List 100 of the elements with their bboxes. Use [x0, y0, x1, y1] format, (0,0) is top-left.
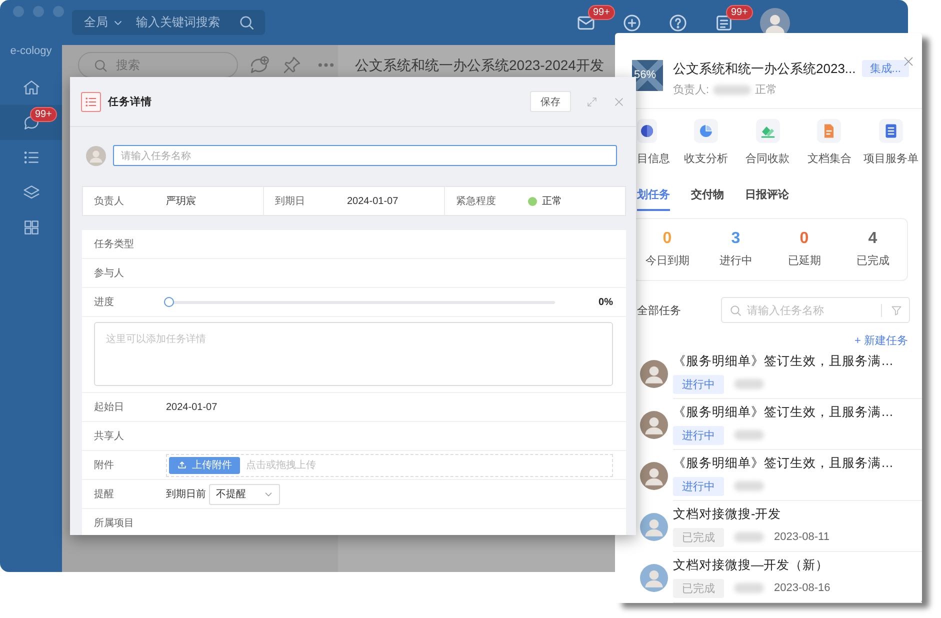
save-button[interactable]: 保存 — [530, 91, 571, 112]
redacted-text — [734, 481, 764, 491]
field-label: 附件 — [94, 459, 115, 472]
field-value: 到期日前 — [166, 488, 206, 501]
field-value: 正常 — [542, 194, 562, 208]
shortcut-item[interactable]: 项目服务单 — [860, 119, 922, 171]
task-list-icon — [81, 92, 101, 112]
pin-icon[interactable] — [282, 55, 302, 75]
stat-value: 3 — [731, 230, 740, 248]
field-label: 共享人 — [94, 430, 125, 443]
stat-value: 4 — [868, 230, 878, 248]
status-tag: 已完成 — [673, 578, 724, 598]
search-placeholder: 输入关键词搜索 — [136, 14, 221, 31]
field-label: 所属项目 — [94, 516, 135, 530]
field-label: 负责人 — [94, 194, 125, 208]
shortcut-item[interactable]: 文档集合 — [798, 119, 860, 171]
count-badge: 99+ — [726, 4, 753, 20]
dialog-title: 任务详情 — [108, 94, 152, 108]
field-label: 进度 — [94, 296, 115, 309]
task-item[interactable]: 《服务明细单》签订生效，且服务满… 进行中 — [673, 450, 922, 501]
user-avatar — [640, 360, 668, 388]
field-label: 到期日 — [275, 194, 306, 208]
task-item[interactable]: 《服务明细单》签订生效，且服务满… 进行中 — [673, 348, 922, 399]
status-tag: 进行中 — [673, 426, 724, 444]
task-title: 《服务明细单》签订生效，且服务满… — [673, 404, 894, 420]
field-label: 参与人 — [94, 266, 125, 280]
task-title: 文档对接微搜-开发 — [673, 506, 782, 522]
field-label: 任务类型 — [94, 238, 135, 251]
project-status: 正常 — [755, 83, 778, 97]
stat-label: 已延期 — [788, 254, 821, 268]
home-icon — [22, 78, 40, 97]
search-icon — [729, 304, 742, 316]
close-icon[interactable] — [613, 96, 625, 108]
field-value: 严玥宸 — [166, 194, 196, 208]
upload-icon — [177, 460, 187, 470]
stat-label: 今日到期 — [645, 254, 690, 268]
status-tag: 进行中 — [673, 476, 724, 496]
expand-icon[interactable] — [586, 96, 598, 108]
grid-icon — [22, 218, 40, 237]
stat-label: 进行中 — [719, 254, 752, 268]
global-search-field[interactable]: 全局 输入关键词搜索 — [72, 10, 265, 35]
stat-value: 0 — [800, 230, 809, 248]
progress-reading: 0% — [598, 296, 613, 308]
slider-thumb[interactable] — [164, 296, 174, 306]
search-icon — [93, 58, 108, 72]
scope-selector[interactable]: 全局 — [84, 14, 108, 31]
new-task-link[interactable]: + 新建任务 — [854, 333, 908, 348]
field-label: 紧急程度 — [456, 194, 497, 208]
redacted-text — [734, 583, 764, 593]
user-avatar — [640, 512, 668, 540]
user-avatar — [86, 146, 106, 166]
task-item[interactable]: 文档对接微搜—开发（新） 已完成 2023-08-16 — [673, 552, 922, 603]
redacted-text — [734, 430, 764, 440]
field-label: 提醒 — [94, 488, 115, 501]
task-title: 文档对接微搜—开发（新） — [673, 556, 830, 574]
task-item[interactable]: 文档对接微搜-开发 已完成 2023-08-11 — [673, 501, 922, 552]
search-icon — [238, 14, 255, 31]
count-badge: 99+ — [30, 107, 57, 122]
window-control[interactable] — [13, 6, 24, 17]
status-tag: 进行中 — [673, 374, 724, 394]
sidebar-item[interactable]: 99+ — [0, 105, 62, 140]
shortcut-item[interactable]: 收支分析 — [674, 119, 737, 171]
field-value: 2024-01-07 — [347, 196, 398, 206]
status-tag: 已完成 — [673, 528, 724, 546]
new-chat-icon[interactable] — [248, 54, 270, 76]
task-title: 《服务明细单》签订生效，且服务满… — [673, 352, 894, 370]
app-logo: e-cology — [10, 45, 52, 59]
reminder-select[interactable]: 不提醒 — [209, 484, 280, 504]
help-icon[interactable] — [668, 12, 688, 32]
add-icon[interactable] — [622, 12, 642, 32]
stat-value: 0 — [662, 230, 672, 248]
count-badge: 99+ — [588, 4, 615, 20]
window-control[interactable] — [33, 6, 44, 17]
stat-label: 已完成 — [856, 254, 890, 268]
field-value: 2024-01-07 — [166, 402, 218, 412]
field-label: 起始日 — [94, 400, 125, 414]
redacted-text — [734, 379, 764, 389]
task-item[interactable]: 《服务明细单》签订生效，且服务满… 进行中 — [673, 399, 922, 450]
task-date: 2023-08-16 — [774, 582, 830, 594]
tab[interactable]: 日报评论 — [745, 186, 789, 211]
page-title: 公文系统和统一办公系统2023-2024开发 — [355, 57, 604, 75]
upload-hint: 点击或拖拽上传 — [246, 458, 316, 472]
user-avatar — [640, 564, 668, 592]
progress-slider[interactable] — [164, 296, 555, 308]
shortcut-item[interactable]: 合同收款 — [736, 119, 798, 171]
close-icon[interactable] — [902, 55, 915, 68]
category-tag: 集成... — [862, 60, 909, 77]
filter-icon — [890, 304, 903, 316]
progress-label: 56% — [634, 69, 656, 81]
shortcut-item[interactable]: 目信息 — [637, 119, 675, 171]
user-avatar — [640, 462, 668, 490]
list-title: 全部任务 — [637, 304, 681, 318]
tab[interactable]: 交付物 — [691, 186, 724, 211]
window-control[interactable] — [53, 6, 64, 17]
project-title: 公文系统和统一办公系统2023... — [673, 60, 856, 78]
user-avatar — [640, 410, 668, 438]
task-date: 2023-08-11 — [774, 531, 830, 543]
redacted-text — [713, 84, 752, 94]
redacted-text — [734, 532, 764, 542]
owner-label: 负责人: — [673, 82, 710, 97]
